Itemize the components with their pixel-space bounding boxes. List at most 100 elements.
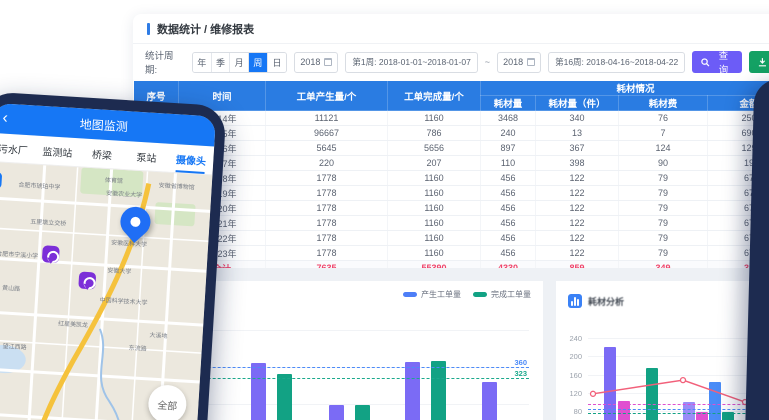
table-row: 62019年177811604561227967 [134, 186, 769, 201]
calendar-icon [324, 58, 332, 66]
table-row: 22015年96667786240137690 [134, 126, 769, 141]
table-cell: 398 [536, 156, 619, 171]
table-cell: 124 [619, 141, 708, 156]
phone-mockup: ‹ 地图监测 污水厂监测站桥梁泵站摄像头 合肥市琥珀中学体育馆安徽农业 [0, 91, 227, 420]
table-cell: 5645 [266, 141, 388, 156]
start-week-input[interactable]: 第1周: 2018-01-01~2018-01-07 [345, 52, 477, 73]
table-cell: 13 [536, 126, 619, 141]
bar-chart-icon [568, 294, 582, 308]
table-cell: 1778 [266, 231, 388, 246]
period-option-季[interactable]: 季 [212, 53, 231, 72]
query-button[interactable]: 查询 [692, 51, 741, 73]
table-cell: 79 [619, 216, 708, 231]
table-cell: 240 [481, 126, 536, 141]
map-label: 东流路 [128, 343, 147, 353]
table-row: 32016年56455656897367124129 [134, 141, 769, 156]
table-cell: 122 [536, 231, 619, 246]
phone-tab-监测站[interactable]: 监测站 [34, 136, 80, 167]
map-label: 望江西路 [2, 341, 27, 351]
phone-tab-摄像头[interactable]: 摄像头 [168, 144, 214, 175]
table-cell: 456 [481, 171, 536, 186]
reference-line [588, 413, 769, 414]
report-table: 序号时间工单产生量/个工单完成量/个耗材情况耗材量耗材量（件）耗材费金额1201… [133, 80, 769, 291]
camera-marker[interactable] [78, 271, 96, 289]
table-cell: 1778 [266, 201, 388, 216]
calendar-icon [527, 58, 535, 66]
export-excel-button[interactable]: 导出Excel [749, 51, 769, 73]
table-cell: 110 [481, 156, 536, 171]
reference-line-label: 360 [514, 358, 527, 367]
table-cell: 11121 [266, 111, 388, 126]
consumable-chart-card: 耗材分析 2402001601208040 [556, 281, 769, 420]
legend-label: 产生工单量 [421, 289, 461, 300]
legend-label: 完成工单量 [491, 289, 531, 300]
map-view[interactable]: 合肥市琥珀中学体育馆安徽农业大学安徽省博物馆五里墩立交桥安徽医科大学合肥市宁溪小… [0, 162, 212, 420]
query-button-label: 查询 [714, 48, 733, 76]
table-cell: 7 [619, 126, 708, 141]
table-cell: 456 [481, 216, 536, 231]
bar-产生工单量 [482, 382, 497, 420]
end-week-input[interactable]: 第16周: 2018-04-16~2018-04-22 [548, 52, 685, 73]
period-option-月[interactable]: 月 [230, 53, 249, 72]
table-cell: 122 [536, 201, 619, 216]
phone-tab-污水厂[interactable]: 污水厂 [0, 133, 36, 164]
table-cell: 786 [388, 126, 481, 141]
camera-marker[interactable] [42, 245, 60, 263]
y-axis-tick: 160 [560, 371, 582, 380]
table-cell: 1778 [266, 216, 388, 231]
sub-column-header: 耗材量 [481, 96, 536, 111]
table-cell: 122 [536, 216, 619, 231]
sub-column-header: 耗材量（件） [536, 96, 619, 111]
breadcrumb-accent [147, 23, 150, 35]
table-cell: 1160 [388, 171, 481, 186]
table-row: 52018年177811604561227967 [134, 171, 769, 186]
chart-gap [543, 276, 556, 420]
chart-legend: 产生工单量 完成工单量 [403, 289, 531, 300]
bar [646, 368, 658, 420]
download-icon [758, 58, 767, 67]
bar-产生工单量 [405, 362, 420, 420]
table-cell: 1160 [388, 111, 481, 126]
start-year-select[interactable]: 2018 [294, 52, 338, 73]
table-cell: 5656 [388, 141, 481, 156]
table-row: 72020年177811604561227967 [134, 201, 769, 216]
legend-swatch [403, 292, 417, 297]
sub-column-header: 耗材费 [619, 96, 708, 111]
end-year-select[interactable]: 2018 [497, 52, 541, 73]
map-label: 黄山路 [2, 283, 21, 293]
group-header: 耗材情况 [481, 81, 769, 96]
column-header: 工单产生量/个 [266, 81, 388, 111]
breadcrumb: 数据统计 / 维修报表 [157, 21, 254, 37]
map-roads [0, 162, 212, 420]
period-option-日[interactable]: 日 [268, 53, 287, 72]
phone-tab-泵站[interactable]: 泵站 [123, 141, 169, 172]
table-cell: 1160 [388, 216, 481, 231]
bar-产生工单量 [251, 363, 266, 420]
y-axis-tick: 240 [560, 334, 582, 343]
table-cell: 456 [481, 186, 536, 201]
period-label: 统计周期: [145, 48, 185, 76]
legend-swatch [473, 292, 487, 297]
range-separator: ~ [485, 57, 490, 67]
chart-title: 耗材分析 [588, 295, 624, 308]
column-header: 工单完成量/个 [388, 81, 481, 111]
period-option-周[interactable]: 周 [249, 53, 268, 72]
table-cell: 76 [619, 111, 708, 126]
table-cell: 220 [266, 156, 388, 171]
table-cell: 456 [481, 201, 536, 216]
table-cell: 1778 [266, 171, 388, 186]
table-cell: 367 [536, 141, 619, 156]
table-cell: 1778 [266, 186, 388, 201]
reference-line [588, 404, 769, 405]
table-cell: 1160 [388, 186, 481, 201]
table-cell: 1160 [388, 246, 481, 261]
table-cell: 1778 [266, 246, 388, 261]
y-axis-tick: 120 [560, 389, 582, 398]
map-label: 体育馆 [105, 175, 124, 185]
table-cell: 122 [536, 171, 619, 186]
period-option-年[interactable]: 年 [193, 53, 212, 72]
table-cell: 456 [481, 231, 536, 246]
table-cell: 897 [481, 141, 536, 156]
table-row: 82021年177811604561227967 [134, 216, 769, 231]
phone-tab-桥梁[interactable]: 桥梁 [79, 138, 125, 169]
